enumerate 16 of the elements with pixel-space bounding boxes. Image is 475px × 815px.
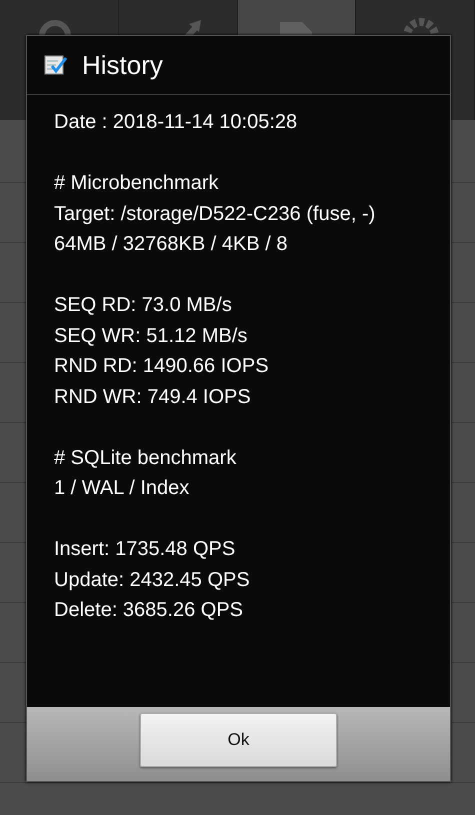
- detail-text: 1 / WAL / Index: [54, 476, 190, 501]
- checklist-icon: [44, 54, 68, 76]
- detail-text: Insert: 1735.48 QPS: [54, 537, 236, 562]
- dialog-title: History: [82, 50, 163, 80]
- detail-text: Date : 2018-11-14 10:05:28: [54, 110, 298, 135]
- detail-text: Target: /storage/D522-C236 (fuse, -): [54, 202, 376, 226]
- detail-text: 64MB / 32768KB / 4KB / 8: [54, 232, 288, 257]
- detail-text: # SQLite benchmark: [54, 446, 238, 470]
- ok-button[interactable]: Ok: [140, 713, 337, 767]
- detail-text: # Microbenchmark: [54, 171, 220, 196]
- detail-text: SEQ RD: 73.0 MB/s: [54, 293, 233, 318]
- detail-text: RND RD: 1490.66 IOPS: [54, 354, 270, 379]
- detail-text: SEQ WR: 51.12 MB/s: [54, 324, 248, 348]
- detail-text: RND WR: 749.4 IOPS: [54, 384, 252, 410]
- detail-text: Update: 2432.45 QPS: [54, 568, 251, 592]
- detail-text: Delete: 3685.26 QPS: [54, 598, 244, 623]
